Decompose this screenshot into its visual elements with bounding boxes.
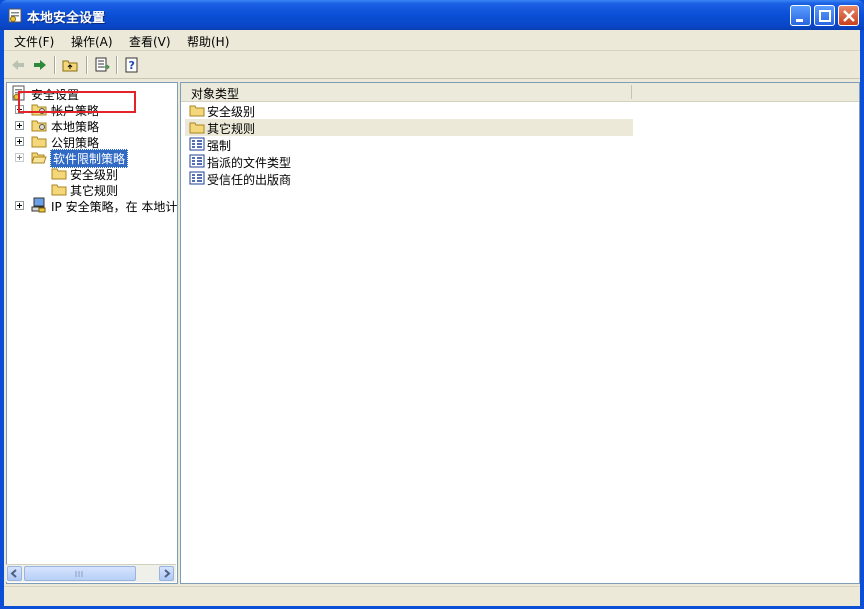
scroll-right-button[interactable] <box>159 566 174 581</box>
horizontal-scrollbar[interactable] <box>6 564 176 582</box>
back-arrow-icon[interactable] <box>8 55 28 75</box>
policy-icon <box>189 154 205 168</box>
open-folder-icon <box>31 152 47 164</box>
column-header[interactable]: 对象类型 <box>181 83 859 102</box>
tree-item-label: 其它规则 <box>70 184 119 198</box>
policy-icon <box>189 137 205 151</box>
close-icon <box>843 10 855 22</box>
tree-pane: 安全设置 帐户策略 本地策略 公钥策略 软件限制策略 安全级别 其它规则 IP … <box>6 82 178 584</box>
list-item-label: 其它规则 <box>207 122 256 136</box>
toolbar-separator <box>54 56 56 74</box>
list-item[interactable]: 其它规则 <box>185 119 633 136</box>
list-item[interactable]: 安全级别 <box>185 102 633 119</box>
expand-plus-icon[interactable] <box>15 201 24 210</box>
minimize-icon <box>796 19 803 22</box>
details-pane: 对象类型 安全级别 其它规则 强制 指派的文件类型 受信任的出版商 <box>180 82 860 584</box>
toolbar: ? <box>4 52 860 79</box>
column-header-object-type[interactable]: 对象类型 <box>191 85 239 102</box>
tree-item-label: 本地策略 <box>51 120 100 134</box>
security-settings-icon <box>8 8 22 23</box>
help-icon[interactable]: ? <box>122 55 142 75</box>
collapse-minus-icon[interactable] <box>15 153 24 162</box>
chevron-right-icon <box>164 569 171 578</box>
annotation-highlight-box <box>18 91 136 113</box>
expand-plus-icon[interactable] <box>15 137 24 146</box>
column-separator[interactable] <box>631 85 632 99</box>
toolbar-separator <box>86 56 88 74</box>
menu-help[interactable]: 帮助(H) <box>187 33 229 50</box>
window: 本地安全设置 文件(F) 操作(A) 查看(V) 帮助(H) ? 安全设置 帐户… <box>0 0 864 609</box>
menu-file[interactable]: 文件(F) <box>14 33 54 50</box>
up-folder-icon[interactable] <box>60 55 80 75</box>
folder-icon <box>189 105 205 117</box>
menu-view[interactable]: 查看(V) <box>129 33 171 50</box>
expand-plus-icon[interactable] <box>15 121 24 130</box>
list-item[interactable]: 受信任的出版商 <box>185 170 633 187</box>
folder-icon <box>189 122 205 134</box>
minimize-button[interactable] <box>790 5 811 26</box>
menu-action[interactable]: 操作(A) <box>71 33 113 50</box>
title-bar[interactable]: 本地安全设置 <box>0 0 864 30</box>
folder-icon <box>51 184 67 196</box>
folder-icon <box>51 168 67 180</box>
maximize-button[interactable] <box>814 5 835 26</box>
list-item-label: 强制 <box>207 139 232 153</box>
window-title: 本地安全设置 <box>27 11 106 26</box>
scroll-left-button[interactable] <box>7 566 22 581</box>
tree-item-label: 安全级别 <box>70 168 119 182</box>
svg-text:?: ? <box>129 59 135 72</box>
export-list-icon[interactable] <box>92 55 112 75</box>
list-item-label: 受信任的出版商 <box>207 173 292 187</box>
list-item-label: 指派的文件类型 <box>207 156 292 170</box>
grip-icon <box>75 571 83 577</box>
list-item-label: 安全级别 <box>207 105 256 119</box>
list-item[interactable]: 指派的文件类型 <box>185 153 633 170</box>
chevron-left-icon <box>10 569 17 578</box>
toolbar-separator <box>116 56 118 74</box>
maximize-icon <box>819 10 831 22</box>
folder-icon <box>31 136 47 148</box>
list-item[interactable]: 强制 <box>185 136 633 153</box>
client-area: 文件(F) 操作(A) 查看(V) 帮助(H) ? 安全设置 帐户策略 本地策略… <box>4 30 860 606</box>
scroll-thumb[interactable] <box>24 566 136 581</box>
forward-arrow-icon[interactable] <box>30 55 50 75</box>
status-bar <box>4 586 860 606</box>
folder-icon <box>31 120 47 132</box>
policy-icon <box>189 171 205 185</box>
menu-bar: 文件(F) 操作(A) 查看(V) 帮助(H) <box>4 30 860 51</box>
close-button[interactable] <box>838 5 859 26</box>
computer-icon <box>31 197 46 213</box>
tree-item-label: IP 安全策略，在 本地计 <box>51 200 178 214</box>
